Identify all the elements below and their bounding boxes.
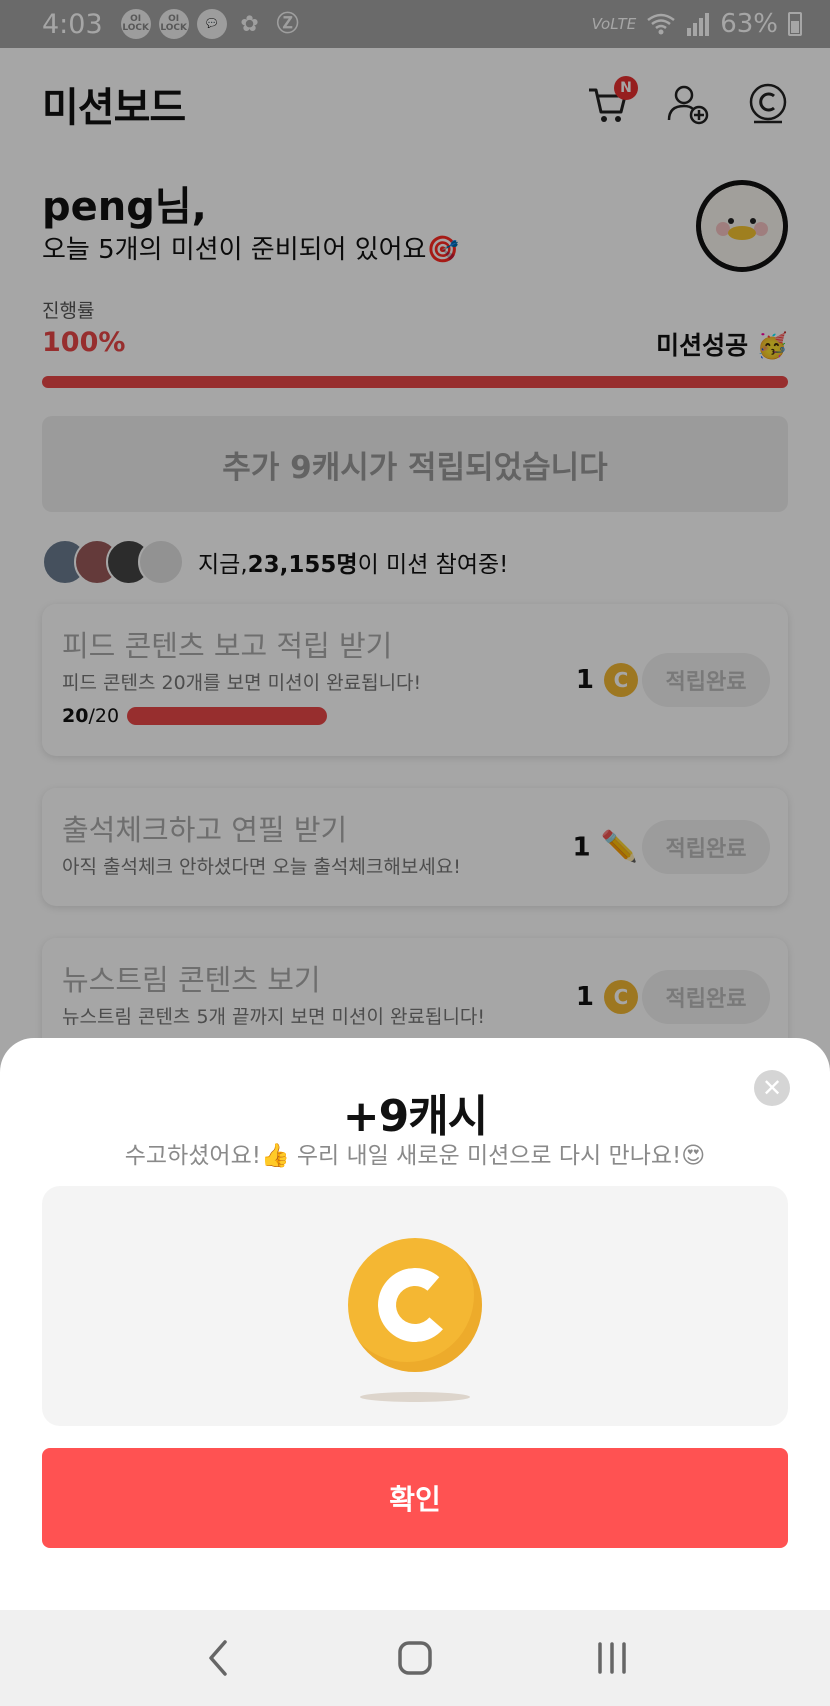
back-button[interactable]: [188, 1628, 248, 1688]
reward-amount-title: +9캐시: [342, 1091, 488, 1142]
recents-button[interactable]: [582, 1628, 642, 1688]
close-icon: ✕: [761, 1074, 783, 1102]
reward-bottom-sheet: +9캐시 ✕ 수고하셨어요!👍 우리 내일 새로운 미션으로 다시 만나요!😍 …: [0, 1038, 830, 1610]
back-icon: [209, 1640, 228, 1676]
coin-illustration-box: [42, 1186, 788, 1426]
close-button[interactable]: ✕: [754, 1070, 790, 1106]
system-nav-bar: [0, 1610, 830, 1706]
home-button[interactable]: [385, 1628, 445, 1688]
confirm-button[interactable]: 확인: [42, 1448, 788, 1548]
reward-message: 수고하셨어요!👍 우리 내일 새로운 미션으로 다시 만나요!😍: [124, 1143, 706, 1169]
coin-shadow: [360, 1392, 470, 1402]
recents-icon: [597, 1642, 626, 1674]
coin-icon: [348, 1238, 482, 1372]
home-icon: [398, 1641, 432, 1675]
